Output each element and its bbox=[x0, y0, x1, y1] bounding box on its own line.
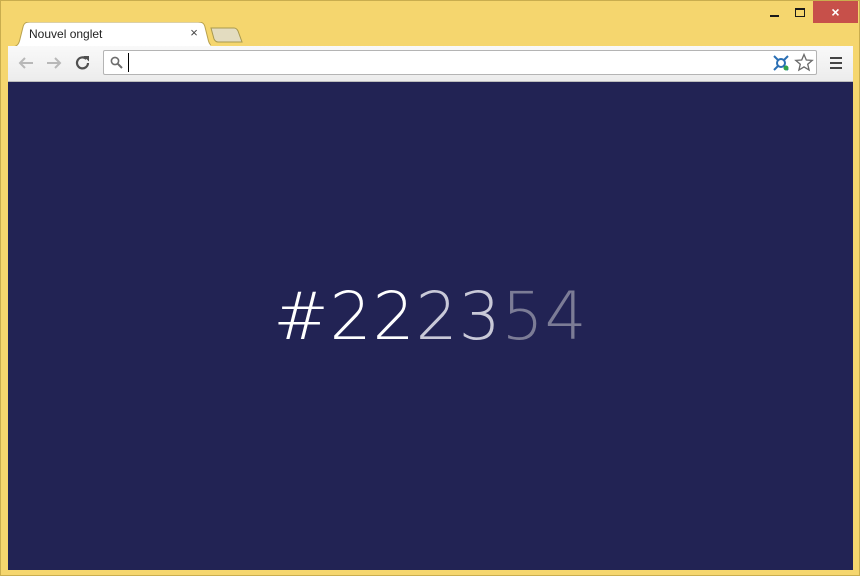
reload-icon bbox=[75, 56, 90, 70]
new-tab-icon bbox=[210, 27, 243, 43]
close-window-button[interactable]: × bbox=[813, 1, 858, 23]
address-bar[interactable] bbox=[103, 50, 817, 75]
tab-new-tab[interactable]: Nouvel onglet × bbox=[11, 22, 211, 48]
chrome-menu-button[interactable] bbox=[827, 54, 845, 72]
browser-toolbar bbox=[8, 46, 853, 82]
page-content: #222354 bbox=[8, 82, 853, 570]
maximize-button[interactable] bbox=[787, 1, 813, 23]
star-icon[interactable] bbox=[794, 53, 814, 72]
back-button[interactable] bbox=[14, 52, 38, 74]
hex-part-2: 23 bbox=[415, 278, 502, 355]
reload-button[interactable] bbox=[71, 52, 95, 74]
forward-arrow-icon bbox=[47, 57, 62, 69]
browser-window: × Nouvel onglet × #222354 bbox=[0, 0, 860, 576]
new-tab-button[interactable] bbox=[210, 27, 244, 43]
hex-color-code: #222354 bbox=[8, 282, 853, 352]
menu-icon bbox=[830, 57, 842, 59]
menu-icon-line bbox=[830, 67, 842, 69]
minimize-icon bbox=[769, 15, 779, 17]
minimize-button[interactable] bbox=[761, 1, 787, 23]
back-arrow-icon bbox=[18, 57, 33, 69]
maximize-icon bbox=[795, 7, 805, 17]
menu-icon-line bbox=[830, 62, 842, 64]
search-icon bbox=[110, 56, 123, 69]
hex-part-3: 54 bbox=[501, 278, 588, 355]
forward-button[interactable] bbox=[42, 52, 66, 74]
tab-title: Nouvel onglet bbox=[29, 27, 103, 41]
hex-part-1: #22 bbox=[273, 278, 416, 355]
extension-icon[interactable] bbox=[771, 54, 791, 72]
tab-close-button[interactable]: × bbox=[188, 25, 200, 40]
address-input[interactable] bbox=[128, 53, 749, 72]
